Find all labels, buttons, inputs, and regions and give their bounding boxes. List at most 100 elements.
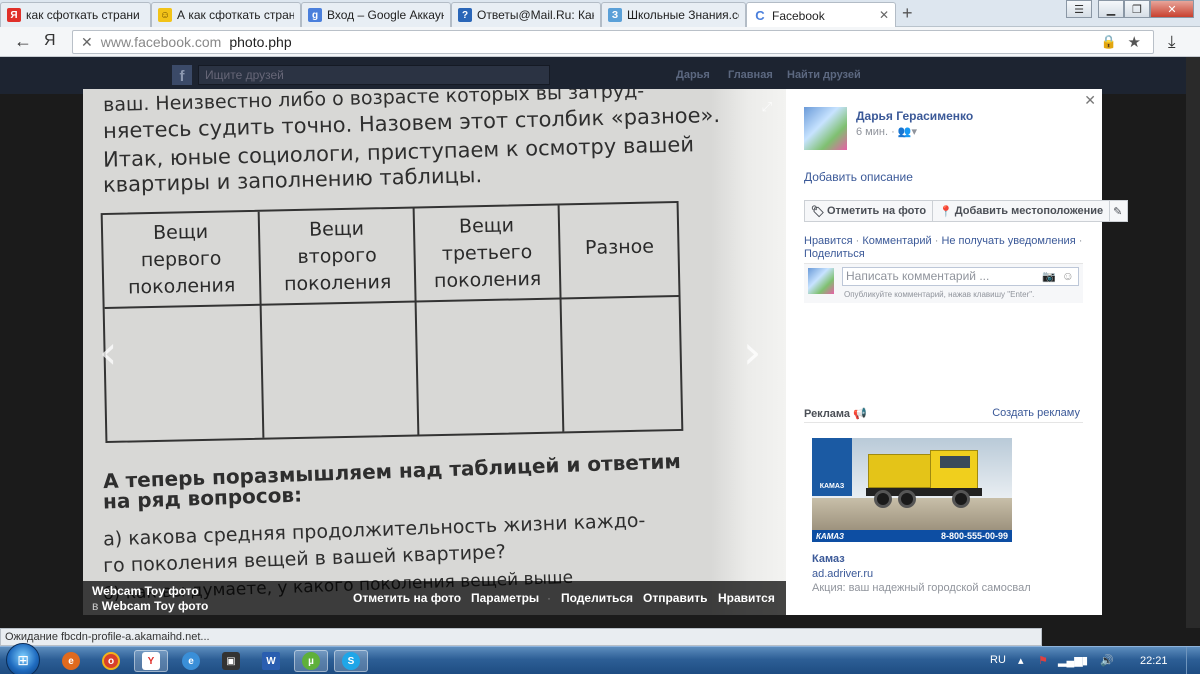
volume-icon[interactable]: 🔊: [1100, 654, 1114, 667]
location-pin-icon: 📍: [939, 205, 953, 218]
maximize-icon[interactable]: ❐: [1124, 0, 1150, 18]
comment-hint: Опубликуйте комментарий, нажав клавишу "…: [844, 290, 1035, 299]
lock-icon[interactable]: 🔒: [1101, 34, 1117, 50]
taskbar-app-1[interactable]: e: [54, 650, 88, 672]
page-scrollbar[interactable]: [1186, 57, 1200, 628]
url-path: photo.php: [229, 34, 292, 50]
ad-description: Акция: ваш надежный городской самосвал: [812, 582, 1031, 594]
taskbar-ie[interactable]: e: [174, 650, 208, 672]
close-window-icon[interactable]: ✕: [1150, 0, 1194, 18]
options-button[interactable]: Параметры: [471, 591, 539, 605]
show-desktop-button[interactable]: [1186, 647, 1200, 674]
ad-image[interactable]: КАМАЗ КАМАЗ 8-800-555-00-99: [812, 438, 1012, 542]
ads-title: Реклама 📢: [804, 407, 867, 420]
yandex-icon: Я: [7, 8, 21, 22]
album-line: в Webcam Toy фото: [92, 599, 208, 613]
smiley-icon: ☺: [158, 8, 172, 22]
action-center-icon[interactable]: ⚑: [1038, 654, 1048, 667]
kamaz-logo: КАМАЗ: [812, 438, 852, 496]
language-indicator[interactable]: RU: [990, 654, 1006, 666]
network-icon[interactable]: ▂▄▆: [1058, 654, 1083, 667]
nav-profile[interactable]: Дарья: [676, 69, 710, 81]
like-photo-button[interactable]: Нравится: [718, 591, 775, 605]
tab-3[interactable]: g Вход – Google Аккаун: [301, 2, 451, 27]
app-icon: ▣: [222, 652, 240, 670]
add-description-link[interactable]: Добавить описание: [804, 170, 913, 184]
nav-home[interactable]: Главная: [728, 69, 773, 81]
menu-icon[interactable]: ☰: [1066, 0, 1092, 18]
tab-4[interactable]: ? Ответы@Mail.Ru: Как: [451, 2, 601, 27]
share-link[interactable]: Поделиться: [804, 248, 865, 260]
album-prefix: в: [92, 599, 99, 613]
tag-photo-button[interactable]: Отметить на фото: [353, 591, 461, 605]
avatar[interactable]: [804, 107, 847, 150]
bookmark-star-icon[interactable]: ★: [1128, 33, 1141, 51]
close-icon[interactable]: ✕: [1084, 92, 1096, 109]
download-icon[interactable]: ⤓: [1168, 32, 1176, 52]
new-tab-button[interactable]: +: [902, 3, 913, 24]
word-icon: W: [262, 652, 280, 670]
add-location-button[interactable]: 📍 Добавить местоположение: [933, 200, 1111, 222]
taskbar-word[interactable]: W: [254, 650, 288, 672]
facebook-logo-icon[interactable]: f: [172, 65, 192, 85]
tag-button-label: Отметить на фото: [826, 205, 927, 217]
tab-2[interactable]: ☺ А как сфоткать стран: [151, 2, 301, 27]
browser-status-bar: Ожидание fbcdn-profile-a.akamaihd.net...: [0, 628, 1042, 646]
comment-placeholder: Написать комментарий ...: [846, 269, 990, 283]
start-button[interactable]: ⊞: [6, 643, 40, 674]
tray-arrow-icon[interactable]: ▴: [1018, 654, 1024, 667]
nav-find-friends[interactable]: Найти друзей: [787, 69, 861, 81]
create-ad-link[interactable]: Создать рекламу: [992, 407, 1080, 419]
tab-1[interactable]: Я как сфоткать страни: [0, 2, 151, 27]
browser-tab-bar: Я как сфоткать страни ☺ А как сфоткать с…: [0, 0, 1200, 28]
url-field[interactable]: ✕ www.facebook.com photo.php 🔒 ★: [72, 30, 1154, 54]
tab-label: Ответы@Mail.Ru: Как: [477, 8, 594, 22]
ad-phone: 8-800-555-00-99: [940, 531, 1008, 541]
tab-5[interactable]: З Школьные Знания.co: [601, 2, 746, 27]
photo-viewer[interactable]: ваш. Неизвестно либо о возрасте которых …: [83, 89, 786, 615]
share-button[interactable]: Поделиться: [561, 591, 633, 605]
author-name[interactable]: Дарья Герасименко: [856, 109, 973, 123]
taskbar-app-5[interactable]: ▣: [214, 650, 248, 672]
ad-url[interactable]: ad.adriver.ru: [812, 568, 873, 580]
back-arrow-icon[interactable]: ←: [14, 31, 32, 52]
taskbar-utorrent[interactable]: µ: [294, 650, 328, 672]
ad-strip: КАМАЗ 8-800-555-00-99: [812, 530, 1012, 542]
tab-label: А как сфоткать стран: [177, 8, 294, 22]
prev-photo-arrow-icon[interactable]: ‹: [99, 329, 117, 375]
taskbar-skype[interactable]: S: [334, 650, 368, 672]
camera-icon[interactable]: 📷: [1042, 269, 1056, 286]
clock[interactable]: 22:21: [1140, 655, 1168, 667]
next-photo-arrow-icon[interactable]: ›: [743, 329, 761, 375]
battery-icon[interactable]: ▮: [1082, 654, 1088, 667]
skype-icon: S: [342, 652, 360, 670]
photo-table: Вещи первого поколения Вещи второго поко…: [100, 200, 684, 444]
photo-action-bar: Webcam Toy фото в Webcam Toy фото Отмети…: [83, 581, 786, 615]
yandex-button[interactable]: Я: [44, 32, 56, 50]
fb-search-input[interactable]: Ищите друзей: [198, 65, 550, 85]
album-link[interactable]: Webcam Toy фото: [102, 599, 209, 613]
megaphone-icon: 📢: [853, 408, 867, 420]
minimize-icon[interactable]: ▁: [1098, 0, 1124, 18]
table-header: Вещи первого поколения: [127, 220, 236, 299]
ad-name[interactable]: Камаз: [812, 553, 845, 565]
tab-label: Вход – Google Аккаун: [327, 8, 444, 22]
unfollow-link[interactable]: Не получать уведомления: [941, 235, 1075, 247]
taskbar-app-2[interactable]: o: [94, 650, 128, 672]
znanija-icon: З: [608, 8, 622, 22]
tag-button[interactable]: 🏷 Отметить на фото: [804, 200, 934, 222]
emoji-icon[interactable]: ☺: [1062, 268, 1074, 285]
edit-icon[interactable]: ✎: [1110, 200, 1129, 222]
taskbar-yandex-browser[interactable]: Y: [134, 650, 168, 672]
comment-link[interactable]: Комментарий: [862, 235, 931, 247]
stop-loading-icon[interactable]: ✕: [81, 34, 93, 51]
tag-icon: 🏷: [811, 205, 825, 218]
comment-input[interactable]: Написать комментарий ... 📷 ☺: [842, 267, 1079, 286]
close-tab-icon[interactable]: ✕: [879, 8, 889, 22]
send-button[interactable]: Отправить: [643, 591, 707, 605]
album-title[interactable]: Webcam Toy фото: [92, 584, 199, 598]
opera-icon: o: [102, 652, 120, 670]
fullscreen-icon[interactable]: ⤢: [762, 99, 772, 115]
like-link[interactable]: Нравится: [804, 235, 853, 247]
tab-facebook[interactable]: C Facebook ✕: [746, 2, 896, 28]
